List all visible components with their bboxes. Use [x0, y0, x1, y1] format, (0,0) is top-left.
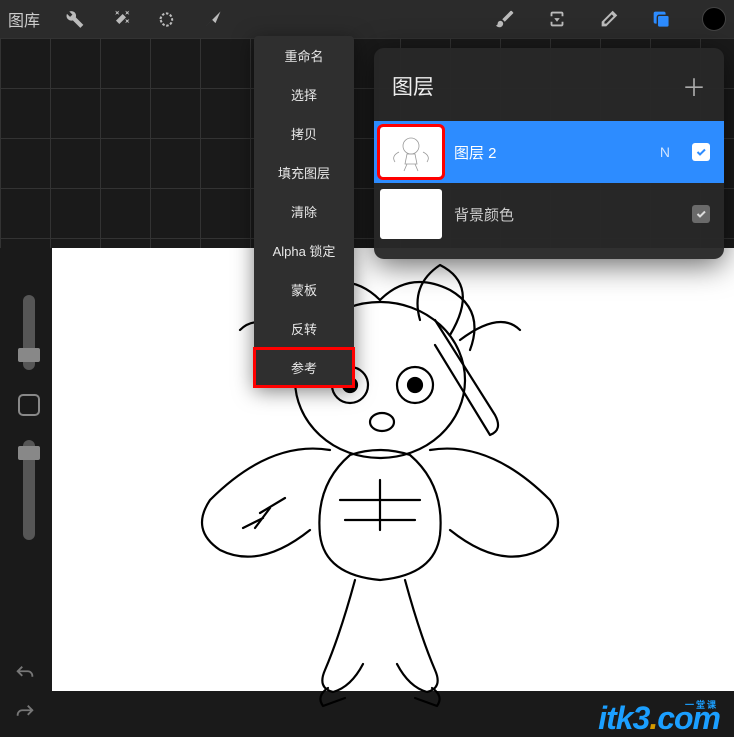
layer-thumbnail[interactable] — [380, 189, 442, 239]
menu-clear[interactable]: 清除 — [254, 192, 354, 231]
opacity-slider[interactable] — [23, 440, 35, 540]
layer-visibility-checkbox[interactable] — [692, 205, 710, 223]
canvas-artwork — [150, 250, 610, 710]
layer-visibility-checkbox[interactable] — [692, 143, 710, 161]
toolbar-left: 图库 — [8, 7, 224, 31]
brush-icon[interactable] — [494, 8, 516, 30]
opacity-handle[interactable] — [18, 446, 40, 460]
wrench-icon[interactable] — [64, 8, 86, 30]
add-layer-button[interactable]: ＋ — [682, 68, 706, 103]
watermark: 一堂课 itk3.com — [598, 700, 720, 737]
brush-size-handle[interactable] — [18, 348, 40, 362]
layer-row[interactable]: 图层 2 N — [374, 121, 724, 183]
layers-title: 图层 — [392, 71, 434, 101]
toolbar-right — [494, 7, 726, 31]
top-toolbar: 图库 — [0, 0, 734, 38]
layer-name: 背景颜色 — [454, 204, 680, 225]
menu-select[interactable]: 选择 — [254, 75, 354, 114]
undo-redo-group — [14, 663, 36, 729]
layer-blend-mode[interactable]: N — [660, 144, 670, 160]
menu-alpha-lock[interactable]: Alpha 锁定 — [254, 231, 354, 270]
eraser-icon[interactable] — [598, 8, 620, 30]
smudge-icon[interactable] — [546, 8, 568, 30]
layer-row[interactable]: 背景颜色 — [374, 183, 724, 245]
watermark-sub: 一堂课 — [685, 698, 718, 711]
menu-reference[interactable]: 参考 — [254, 348, 354, 387]
layer-context-menu: 重命名 选择 拷贝 填充图层 清除 Alpha 锁定 蒙板 反转 参考 — [254, 36, 354, 387]
color-picker[interactable] — [702, 7, 726, 31]
layer-thumbnail[interactable] — [380, 127, 442, 177]
menu-fill[interactable]: 填充图层 — [254, 153, 354, 192]
menu-mask[interactable]: 蒙板 — [254, 270, 354, 309]
brush-size-slider[interactable] — [23, 295, 35, 370]
shape-button[interactable] — [18, 394, 40, 416]
gallery-button[interactable]: 图库 — [8, 7, 40, 31]
layer-name: 图层 2 — [454, 142, 648, 163]
menu-rename[interactable]: 重命名 — [254, 36, 354, 75]
magic-icon[interactable] — [110, 8, 132, 30]
layers-panel: 图层 ＋ 图层 2 N 背景颜色 — [374, 48, 724, 259]
side-controls — [18, 295, 40, 540]
arrow-icon[interactable] — [202, 8, 224, 30]
menu-invert[interactable]: 反转 — [254, 309, 354, 348]
layers-header: 图层 ＋ — [374, 62, 724, 121]
redo-icon[interactable] — [14, 702, 36, 729]
menu-copy[interactable]: 拷贝 — [254, 114, 354, 153]
selection-icon[interactable] — [156, 8, 178, 30]
watermark-brand: itk3 — [598, 700, 649, 736]
layers-icon[interactable] — [650, 8, 672, 30]
undo-icon[interactable] — [14, 663, 36, 690]
